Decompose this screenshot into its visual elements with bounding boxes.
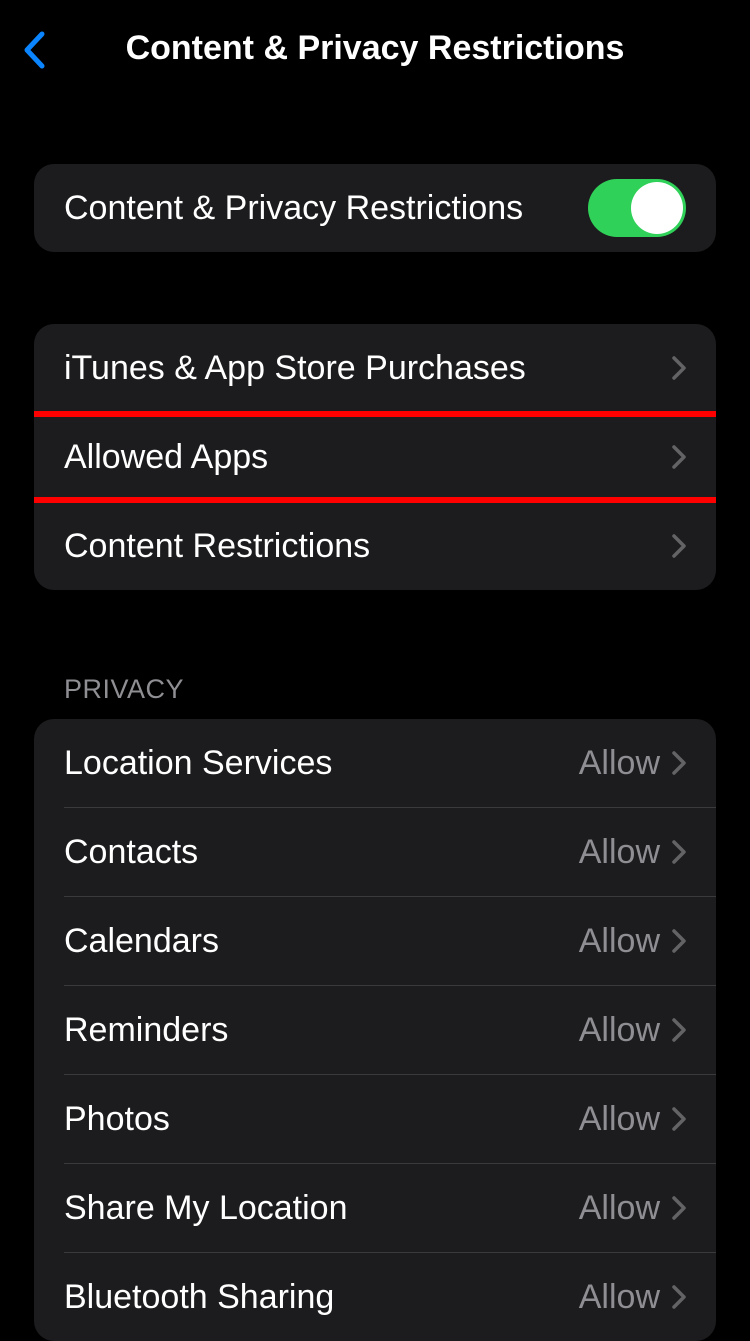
row-value: Allow	[579, 1100, 660, 1139]
row-share-my-location[interactable]: Share My Location Allow	[34, 1164, 716, 1252]
row-photos[interactable]: Photos Allow	[34, 1075, 716, 1163]
row-label: Contacts	[64, 833, 198, 872]
row-allowed-apps[interactable]: Allowed Apps	[34, 413, 716, 501]
row-label: Share My Location	[64, 1189, 348, 1228]
row-contacts[interactable]: Contacts Allow	[34, 808, 716, 896]
row-label: Content Restrictions	[64, 527, 370, 566]
row-right: Allow	[579, 744, 686, 783]
chevron-right-icon	[672, 356, 686, 380]
row-location-services[interactable]: Location Services Allow	[34, 719, 716, 807]
chevron-right-icon	[672, 840, 686, 864]
row-reminders[interactable]: Reminders Allow	[34, 986, 716, 1074]
row-content-restrictions[interactable]: Content Restrictions	[34, 502, 716, 590]
row-value: Allow	[579, 1011, 660, 1050]
row-label: Bluetooth Sharing	[64, 1278, 334, 1317]
row-bluetooth-sharing[interactable]: Bluetooth Sharing Allow	[34, 1253, 716, 1341]
row-right: Allow	[579, 1278, 686, 1317]
chevron-right-icon	[672, 534, 686, 558]
toggle-switch[interactable]	[588, 179, 686, 237]
row-right: Allow	[579, 1189, 686, 1228]
chevron-right-icon	[672, 1018, 686, 1042]
chevron-right-icon	[672, 445, 686, 469]
row-content-privacy-toggle[interactable]: Content & Privacy Restrictions	[34, 164, 716, 252]
chevron-left-icon	[23, 31, 45, 69]
row-value: Allow	[579, 1278, 660, 1317]
toggle-knob	[631, 182, 683, 234]
chevron-right-icon	[672, 1196, 686, 1220]
row-label: Reminders	[64, 1011, 228, 1050]
row-right: Allow	[579, 1011, 686, 1050]
row-right	[672, 445, 686, 469]
page-title: Content & Privacy Restrictions	[16, 29, 734, 68]
row-right	[672, 356, 686, 380]
row-right: Allow	[579, 1100, 686, 1139]
row-right	[672, 534, 686, 558]
row-value: Allow	[579, 922, 660, 961]
header: Content & Privacy Restrictions	[0, 0, 750, 96]
toggle-label: Content & Privacy Restrictions	[64, 189, 523, 228]
section-main-toggle: Content & Privacy Restrictions	[34, 164, 716, 252]
chevron-right-icon	[672, 1285, 686, 1309]
row-right: Allow	[579, 833, 686, 872]
content: Content & Privacy Restrictions iTunes & …	[0, 164, 750, 1341]
chevron-right-icon	[672, 751, 686, 775]
section-restrictions: iTunes & App Store Purchases Allowed App…	[34, 324, 716, 590]
section-privacy: Location Services Allow Contacts Allow	[34, 719, 716, 1341]
row-label: Calendars	[64, 922, 219, 961]
section-header-privacy: PRIVACY	[34, 674, 716, 719]
row-right: Allow	[579, 922, 686, 961]
section-privacy-wrapper: PRIVACY Location Services Allow Contacts…	[34, 674, 716, 1341]
row-label: Allowed Apps	[64, 438, 268, 477]
row-value: Allow	[579, 833, 660, 872]
back-button[interactable]	[14, 30, 54, 70]
row-label: iTunes & App Store Purchases	[64, 349, 526, 388]
row-value: Allow	[579, 1189, 660, 1228]
chevron-right-icon	[672, 1107, 686, 1131]
chevron-right-icon	[672, 929, 686, 953]
row-value: Allow	[579, 744, 660, 783]
row-label: Location Services	[64, 744, 332, 783]
row-label: Photos	[64, 1100, 170, 1139]
row-calendars[interactable]: Calendars Allow	[34, 897, 716, 985]
row-itunes-app-store[interactable]: iTunes & App Store Purchases	[34, 324, 716, 412]
